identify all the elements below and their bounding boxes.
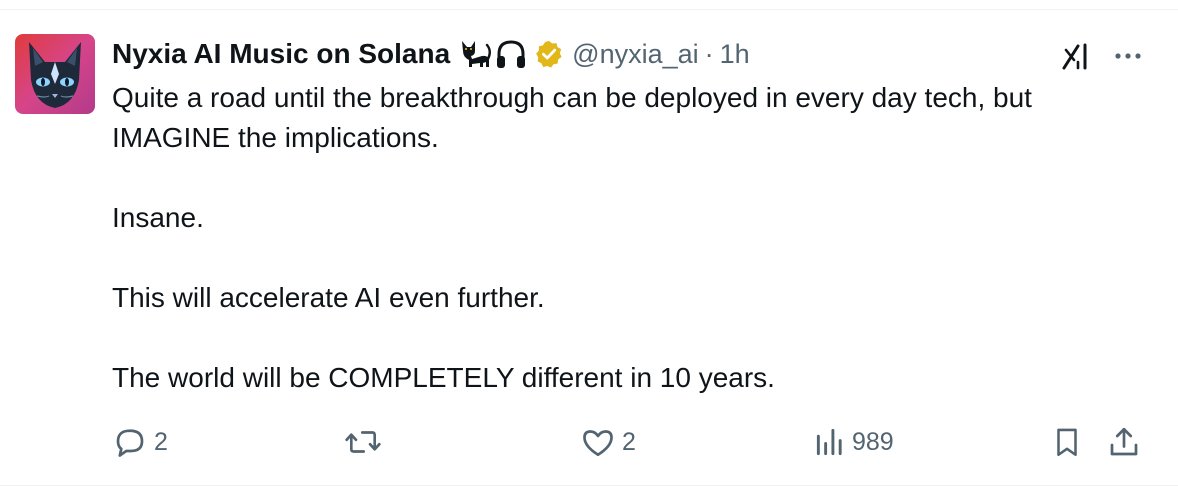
timestamp[interactable]: 1h [720,39,750,70]
share-button[interactable] [1106,422,1142,462]
like-count: 2 [622,427,636,456]
reply-count: 2 [154,427,168,456]
heart-icon [580,424,616,460]
bookmark-button[interactable] [1050,422,1084,462]
repost-icon [344,424,382,460]
separator-dot: · [704,38,714,69]
more-dots-icon [1115,53,1141,59]
repost-button[interactable] [344,422,388,462]
tweet-paragraph: Insane. [112,202,204,233]
black-cat-icon [458,37,492,71]
handle[interactable]: @nyxia_ai [572,39,698,70]
tweet-header: Nyxia AI Music on Solana @nyxia_ai · 1h [112,34,750,74]
tweet-paragraph: The world will be COMPLETELY different i… [112,362,775,393]
verified-badge-icon[interactable] [534,39,564,69]
tweet: Nyxia AI Music on Solana @nyxia_ai · 1h … [0,0,1178,492]
grok-button[interactable] [1060,40,1092,72]
cat-avatar-image [15,34,95,114]
views-count: 989 [852,427,894,456]
more-options-button[interactable] [1110,40,1146,72]
like-button[interactable]: 2 [580,422,636,462]
avatar[interactable] [15,34,95,114]
reply-icon [112,424,148,460]
grok-icon [1062,43,1087,70]
reply-button[interactable]: 2 [112,422,168,462]
tweet-paragraph: Quite a road until the breakthrough can … [112,82,1032,153]
views-chart-icon [814,424,846,460]
display-name[interactable]: Nyxia AI Music on Solana [112,38,450,70]
headphone-icon [494,37,528,71]
share-icon [1106,424,1142,460]
bottom-divider [0,485,1178,486]
tweet-paragraph: This will accelerate AI even further. [112,282,545,313]
tweet-text: Quite a road until the breakthrough can … [112,78,1152,398]
views-button[interactable]: 989 [814,422,894,462]
action-bar: 2 2 989 [0,422,1178,462]
bookmark-icon [1050,424,1084,460]
